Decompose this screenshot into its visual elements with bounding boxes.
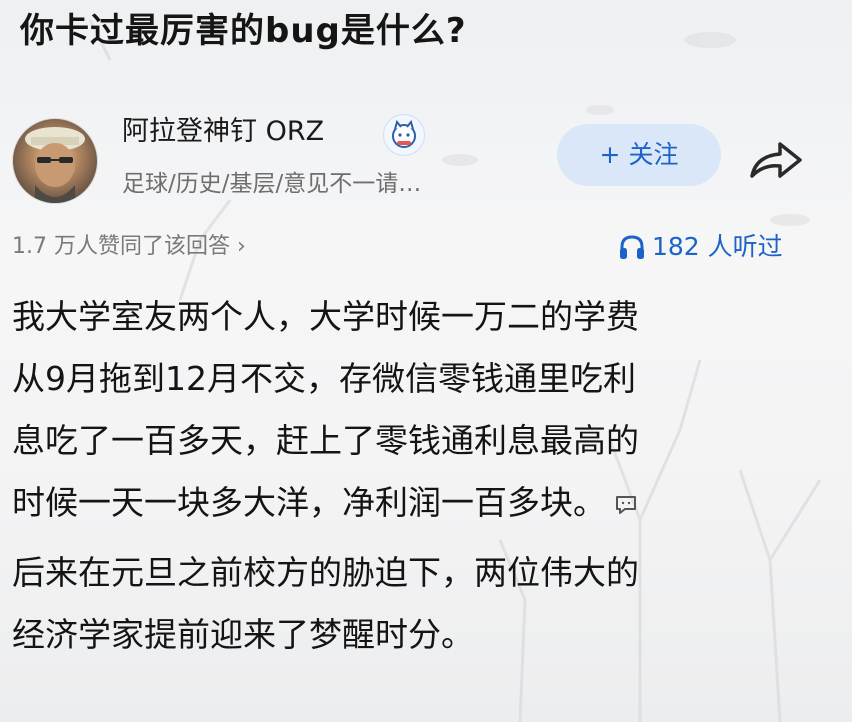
author-avatar[interactable] <box>12 118 98 204</box>
share-arrow-icon[interactable] <box>746 134 806 184</box>
headphones-icon <box>620 235 644 259</box>
answer-line: 后来在元旦之前校方的胁迫下，两位伟大的 <box>12 552 639 592</box>
avatar-photo <box>25 127 85 203</box>
listen-count[interactable]: 182 人听过 <box>618 228 783 266</box>
answer-line: 时候一天一块多大洋，净利润一百多块。 <box>12 483 606 522</box>
answer-line: 从9月拖到12月不交，存微信零钱通里吃利 <box>12 359 636 398</box>
question-title[interactable]: 你卡过最厉害的bug是什么? <box>20 6 467 56</box>
author-name[interactable]: 阿拉登神钉 ORZ <box>122 112 324 152</box>
answer-body: 我大学室友两个人，大学时候一万二的学费 从9月拖到12月不交，存微信零钱通里吃利息… <box>12 286 802 666</box>
answer-paragraph-1: 我大学室友两个人，大学时候一万二的学费 从9月拖到12月不交，存微信零钱通里吃利息… <box>12 286 802 536</box>
likes-count-link[interactable]: 1.7 万人赞同了该回答 › <box>12 230 246 264</box>
listen-count-text: 182 人听过 <box>652 232 783 261</box>
answer-line: 息吃了一百多天，赶上了零钱通利息最高的 <box>12 421 639 460</box>
answer-paragraph-2: 后来在元旦之前校方的胁迫下，两位伟大的 经济学家提前迎来了梦醒时分。 <box>12 542 802 666</box>
author-tags: 足球/历史/基层/意见不一请… <box>122 171 422 197</box>
answer-line: 经济学家提前迎来了梦醒时分。 <box>12 614 474 654</box>
comment-bubble-icon[interactable] <box>614 474 638 536</box>
cat-badge-icon <box>383 114 425 156</box>
follow-button[interactable]: + 关注 <box>557 124 721 186</box>
answer-line: 我大学室友两个人，大学时候一万二的学费 <box>12 297 639 336</box>
